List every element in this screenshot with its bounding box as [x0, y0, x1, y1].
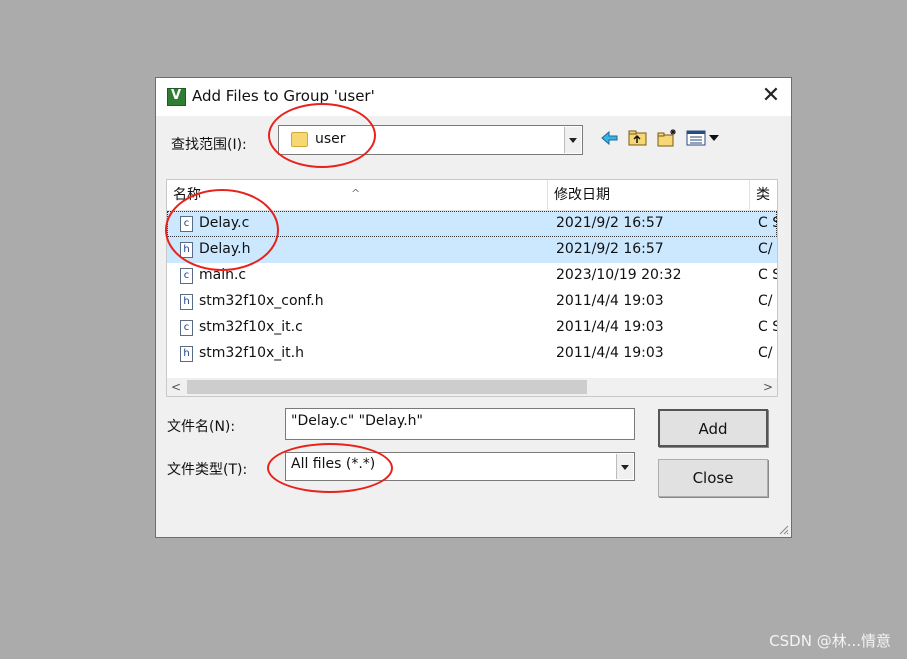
chevron-down-icon[interactable] [564, 127, 581, 153]
watermark-text: CSDN @林...情意 [769, 632, 891, 650]
file-date: 2021/9/2 16:57 [556, 241, 664, 257]
file-date: 2023/10/19 20:32 [556, 267, 682, 283]
file-date: 2011/4/4 19:03 [556, 319, 664, 335]
close-button[interactable]: Close [658, 459, 768, 497]
sort-ascending-icon: ^ [351, 187, 361, 200]
header-file-icon: h [180, 346, 193, 362]
chevron-down-icon[interactable] [616, 454, 633, 479]
dialog-title: Add Files to Group 'user' [192, 87, 375, 105]
view-menu-icon[interactable] [686, 128, 722, 148]
filename-label: 文件名(N): [167, 419, 236, 435]
new-folder-icon[interactable] [656, 128, 678, 148]
file-type: C S [758, 319, 777, 335]
file-type: C/ [758, 241, 773, 257]
file-type: C S [758, 267, 777, 283]
header-file-icon: h [180, 294, 193, 310]
file-row-stm32f10x-it-c[interactable]: c stm32f10x_it.c 2011/4/4 19:03 C S [167, 315, 777, 341]
title-bar: Add Files to Group 'user' ✕ [156, 78, 791, 116]
scroll-left-icon[interactable]: < [167, 378, 185, 396]
horizontal-scrollbar[interactable]: < > [167, 378, 777, 396]
filetype-label: 文件类型(T): [167, 462, 248, 478]
up-folder-icon[interactable] [627, 128, 649, 148]
uvision-icon [167, 88, 186, 106]
file-type: C/ [758, 345, 773, 361]
annotation-circle-filetype [267, 443, 393, 493]
scroll-right-icon[interactable]: > [759, 378, 777, 396]
annotation-circle-lookin [268, 103, 376, 168]
file-name: stm32f10x_it.c [199, 319, 303, 335]
file-date: 2011/4/4 19:03 [556, 293, 664, 309]
file-type: C S [758, 215, 777, 231]
scrollbar-thumb[interactable] [187, 380, 587, 394]
look-in-label: 查找范围(I): [171, 137, 247, 153]
resize-grip-icon[interactable] [777, 523, 789, 535]
file-date: 2021/9/2 16:57 [556, 215, 664, 231]
column-header-type[interactable]: 类 [750, 180, 777, 211]
column-header-date[interactable]: 修改日期 [548, 180, 750, 211]
add-button[interactable]: Add [658, 409, 768, 447]
close-icon[interactable]: ✕ [760, 84, 782, 108]
annotation-circle-selected-files [165, 189, 279, 271]
file-name: stm32f10x_conf.h [199, 293, 324, 309]
file-type: C/ [758, 293, 773, 309]
back-arrow-icon[interactable] [599, 128, 621, 148]
add-files-dialog: Add Files to Group 'user' ✕ 查找范围(I): use… [155, 77, 792, 538]
c-source-file-icon: c [180, 320, 193, 336]
c-source-file-icon: c [180, 268, 193, 284]
filename-input[interactable]: "Delay.c" "Delay.h" [285, 408, 635, 440]
file-row-stm32f10x-conf-h[interactable]: h stm32f10x_conf.h 2011/4/4 19:03 C/ [167, 289, 777, 315]
file-date: 2011/4/4 19:03 [556, 345, 664, 361]
file-name: stm32f10x_it.h [199, 345, 304, 361]
file-row-main-c[interactable]: c main.c 2023/10/19 20:32 C S [167, 263, 777, 289]
file-row-stm32f10x-it-h[interactable]: h stm32f10x_it.h 2011/4/4 19:03 C/ [167, 341, 777, 367]
